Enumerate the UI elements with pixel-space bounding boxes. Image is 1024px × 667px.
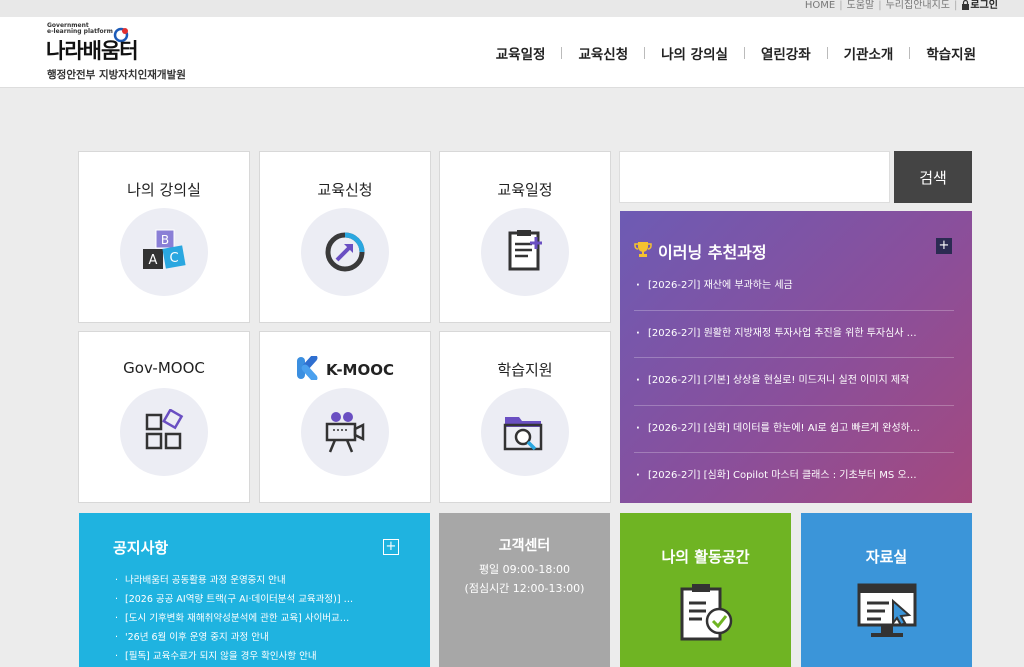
divider xyxy=(909,47,911,59)
k-mooc-logo-icon xyxy=(296,354,318,384)
list-item[interactable]: [2026 공공 AI역량 트랙(구 AI·데이터분석 교육과정)] … xyxy=(115,590,405,609)
organization-name: 행정안전부 지방자치인재개발원 xyxy=(47,69,186,81)
nav-open-lectures[interactable]: 열린강좌 xyxy=(761,43,811,63)
tile-label: K-MOOC xyxy=(260,354,430,384)
divider: | xyxy=(954,0,958,11)
login-link[interactable]: 로그인 xyxy=(970,0,998,14)
clipboard-check-icon xyxy=(620,581,791,643)
search-input[interactable] xyxy=(619,151,890,203)
tile-apply[interactable]: 교육신청 xyxy=(259,151,431,323)
search-button[interactable]: 검색 xyxy=(894,151,972,203)
help-link[interactable]: 도움말 xyxy=(847,0,875,14)
more-recommended-button[interactable]: + xyxy=(936,238,952,254)
notice-panel: 공지사항 + 나라배움터 공동활용 과정 운영중지 안내 [2026 공공 AI… xyxy=(79,513,430,667)
abc-blocks-icon: B A C xyxy=(120,208,208,296)
monitor-cursor-icon xyxy=(801,581,972,641)
svg-text:C: C xyxy=(169,251,178,266)
activity-title: 나의 활동공간 xyxy=(661,548,750,566)
lock-icon xyxy=(961,0,970,14)
list-item[interactable]: [도시 기후변화 재해취약성분석에 관한 교육] 사이버교… xyxy=(115,609,405,628)
divider xyxy=(743,47,745,59)
tile-label: 나의 강의실 xyxy=(127,181,201,199)
progress-arrow-icon xyxy=(301,208,389,296)
customer-center-panel: 고객센터 평일 09:00-18:00 (점심시간 12:00-13:00) xyxy=(439,513,610,667)
recommended-list: [2026-2기] 재산에 부과하는 세금 [2026-2기] 원활한 지방재정… xyxy=(634,263,954,501)
schedule-document-icon xyxy=(481,208,569,296)
list-item[interactable]: [필독] 교육수료가 되지 않을 경우 확인사항 안내 xyxy=(115,647,405,666)
divider xyxy=(826,47,828,59)
notice-list: 나라배움터 공동활용 과정 운영중지 안내 [2026 공공 AI역량 트랙(구… xyxy=(115,571,405,666)
lunch-hours: (점심시간 12:00-13:00) xyxy=(464,582,585,595)
business-hours: 평일 09:00-18:00 xyxy=(478,563,571,576)
list-item[interactable]: [2026-2기] 원활한 지방재정 투자사업 추진을 위한 투자심사 … xyxy=(634,311,954,358)
list-item[interactable]: 나라배움터 공동활용 과정 운영중지 안내 xyxy=(115,571,405,590)
tile-label: 교육일정 xyxy=(497,181,553,199)
list-item[interactable]: [2026-2기] [기본] 상상을 현실로! 미드저니 실전 이미지 제작 xyxy=(634,358,954,406)
sitemap-link[interactable]: 누리집안내지도 xyxy=(886,0,950,14)
panel-title: 이러닝 추천과정 xyxy=(634,239,767,263)
divider xyxy=(644,47,646,59)
notice-title: 공지사항 xyxy=(113,539,169,557)
svg-text:B: B xyxy=(161,233,169,247)
tile-learning-support[interactable]: 학습지원 xyxy=(439,331,611,503)
logo[interactable]: 나라배움터 xyxy=(46,35,139,65)
divider: | xyxy=(839,0,843,11)
library-title: 자료실 xyxy=(865,548,908,566)
nav-about[interactable]: 기관소개 xyxy=(844,43,894,63)
tile-k-mooc[interactable]: K-MOOC xyxy=(259,331,431,503)
tile-gov-mooc[interactable]: Gov-MOOC xyxy=(78,331,250,503)
header: Government e-learning platform 나라배움터 행정안… xyxy=(0,17,1024,88)
divider: | xyxy=(878,0,882,11)
video-camera-icon xyxy=(301,388,389,476)
svg-text:A: A xyxy=(149,253,158,268)
tile-label: 교육신청 xyxy=(317,181,373,199)
tile-my-classroom[interactable]: 나의 강의실 B A C xyxy=(78,151,250,323)
list-item[interactable]: '26년 6월 이후 운영 중지 과정 안내 xyxy=(115,628,405,647)
list-item[interactable]: [2026-2기] [심화] Copilot 마스터 클래스 : 기초부터 MS… xyxy=(634,453,954,501)
logo-subtitle: Government e-learning platform xyxy=(47,22,113,35)
folder-search-icon xyxy=(481,388,569,476)
nav-learning-support[interactable]: 학습지원 xyxy=(926,43,976,63)
tile-label: Gov-MOOC xyxy=(123,359,205,377)
customer-center-title: 고객센터 xyxy=(498,538,551,554)
divider xyxy=(561,47,563,59)
tile-label: 학습지원 xyxy=(497,361,553,379)
tile-schedule[interactable]: 교육일정 xyxy=(439,151,611,323)
more-notice-button[interactable]: + xyxy=(383,539,399,555)
nav-my-classroom[interactable]: 나의 강의실 xyxy=(661,43,728,63)
utility-links: HOME | 도움말 | 누리집안내지도 | 로그인 xyxy=(805,0,998,14)
recommended-title: 이러닝 추천과정 xyxy=(658,243,767,262)
list-item[interactable]: [2026-2기] [심화] 데이터를 한눈에! AI로 쉽고 빠르게 완성하… xyxy=(634,406,954,453)
library-tile[interactable]: 자료실 xyxy=(801,513,972,667)
k-mooc-label: K-MOOC xyxy=(326,361,394,379)
nav-apply[interactable]: 교육신청 xyxy=(578,43,628,63)
nav-schedule[interactable]: 교육일정 xyxy=(496,43,546,63)
utility-bar: HOME | 도움말 | 누리집안내지도 | 로그인 xyxy=(0,0,1024,17)
recommended-courses-panel: 이러닝 추천과정 + [2026-2기] 재산에 부과하는 세금 [2026-2… xyxy=(620,211,972,503)
home-link[interactable]: HOME xyxy=(805,0,835,14)
shapes-grid-icon xyxy=(120,388,208,476)
trophy-icon xyxy=(634,240,652,262)
main-nav: 교육일정 교육신청 나의 강의실 열린강좌 기관소개 학습지원 xyxy=(496,43,976,63)
list-item[interactable]: [2026-2기] 재산에 부과하는 세금 xyxy=(634,263,954,311)
my-activity-tile[interactable]: 나의 활동공간 xyxy=(620,513,791,667)
